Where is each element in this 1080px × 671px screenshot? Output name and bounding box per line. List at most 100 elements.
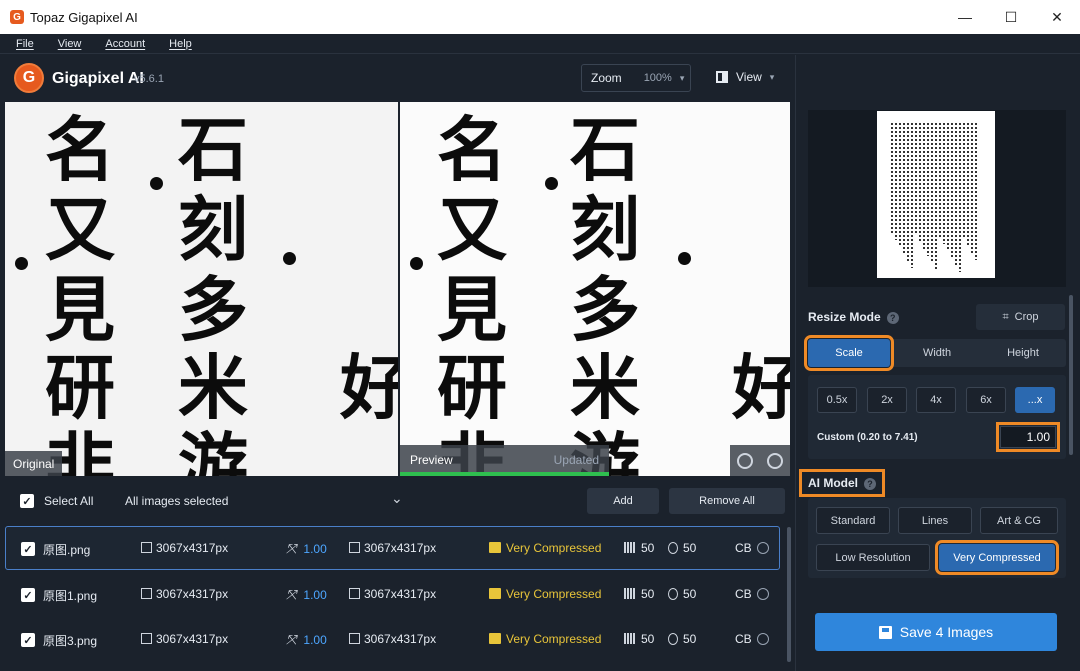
thumbnail-text-column: [967, 123, 969, 246]
list-scrollbar[interactable]: [787, 527, 791, 662]
calligraphy-glyph: 多: [570, 268, 640, 351]
remove-all-button[interactable]: Remove All: [669, 488, 785, 514]
calligraphy-glyph: 好: [340, 346, 398, 429]
table-row[interactable]: ✓ 原图3.png 3067x4317px ⤧ 1.00 3067x4317px …: [5, 617, 780, 661]
color-bleed-label: CB: [735, 587, 752, 601]
resize-mode-label: Resize Mode?: [808, 310, 899, 324]
color-bleed-label: CB: [735, 632, 752, 646]
row-checkbox[interactable]: ✓: [21, 588, 35, 602]
punctuation-dot: [283, 252, 296, 265]
punctuation-dot: [15, 257, 28, 270]
resize-mode-tabs: Scale Width Height: [804, 335, 1066, 371]
original-label: Original: [5, 451, 63, 476]
model-lines-button[interactable]: Lines: [898, 507, 972, 534]
calligraphy-glyph: 見: [45, 268, 115, 351]
thumbnail-text-column: [895, 123, 897, 240]
scale-custom-button[interactable]: ...x: [1015, 387, 1055, 413]
ai-model-options: Standard Lines Art & CG Low Resolution V…: [808, 498, 1066, 578]
menu-help[interactable]: Help: [169, 38, 192, 50]
table-row[interactable]: ✓ 原图1.png 3067x4317px ⤧ 1.00 3067x4317px …: [5, 572, 780, 616]
file-name: 原图.png: [43, 543, 91, 557]
close-button[interactable]: ✕: [1034, 0, 1080, 34]
expand-icon: ⤧: [286, 541, 297, 556]
zoom-dropdown[interactable]: Zoom 100% ▾: [581, 64, 691, 92]
thumbnail-text-column: [903, 123, 905, 254]
thumbnail-text-column: [943, 123, 945, 244]
compare-icon[interactable]: [737, 452, 753, 469]
remove-blur-value: 50: [668, 587, 696, 601]
model-name: Very Compressed: [489, 587, 601, 601]
tab-scale[interactable]: Scale: [804, 335, 894, 371]
thumbnail-text-column: [911, 123, 913, 268]
thumbnail-text-column: [939, 123, 941, 237]
settings-panel: Resize Mode? ⌗ Crop Scale Width Height 0…: [795, 55, 1080, 671]
preview-pane: 名又見研非石刻多米游好 Preview Updated: [400, 102, 790, 476]
selection-status: All images selected: [125, 494, 229, 508]
crop-icon: ⌗: [1002, 310, 1009, 323]
input-size-icon: [141, 633, 152, 644]
input-size: 3067x4317px: [141, 587, 228, 601]
maximize-button[interactable]: ☐: [988, 0, 1034, 34]
tab-width[interactable]: Width: [894, 339, 980, 367]
calligraphy-glyph: 好: [732, 346, 790, 429]
tab-height[interactable]: Height: [980, 339, 1066, 367]
save-button[interactable]: Save 4 Images: [815, 613, 1057, 651]
calligraphy-glyph: 研: [45, 346, 115, 429]
thumbnail-text-column: [971, 123, 973, 253]
scale-6x-button[interactable]: 6x: [966, 387, 1006, 413]
model-very-compressed-button[interactable]: Very Compressed: [935, 540, 1059, 575]
model-low-resolution-button[interactable]: Low Resolution: [816, 544, 930, 571]
input-size: 3067x4317px: [141, 632, 228, 646]
suppress-noise-value: 50: [624, 587, 654, 601]
minimize-button[interactable]: —: [942, 0, 988, 34]
punctuation-dot: [410, 257, 423, 270]
menu-file[interactable]: File: [16, 38, 34, 50]
noise-icon: [624, 542, 636, 553]
navigator-thumbnail[interactable]: [808, 110, 1066, 287]
window-title: Topaz Gigapixel AI: [30, 9, 138, 25]
row-checkbox[interactable]: ✓: [21, 633, 35, 647]
row-checkbox[interactable]: ✓: [21, 542, 35, 556]
output-size: 3067x4317px: [349, 632, 436, 646]
thumbnail-text-column: [955, 123, 957, 265]
color-bleed-label: CB: [735, 541, 752, 555]
noise-icon: [624, 588, 636, 599]
scale-4x-button[interactable]: 4x: [916, 387, 956, 413]
table-row[interactable]: ✓ 原图.png 3067x4317px ⤧ 1.00 3067x4317px V…: [5, 526, 780, 570]
remove-blur-value: 50: [668, 541, 696, 555]
input-size-icon: [141, 588, 152, 599]
menu-account[interactable]: Account: [105, 38, 145, 50]
original-pane: 名又見研非石刻多米游好 Original: [5, 102, 398, 476]
preview-status-bar: Preview Updated: [400, 445, 609, 476]
app-icon: G: [10, 10, 24, 24]
scale-0.5x-button[interactable]: 0.5x: [817, 387, 857, 413]
crop-button[interactable]: ⌗ Crop: [976, 304, 1065, 330]
help-icon[interactable]: ?: [864, 478, 876, 490]
chevron-down-icon[interactable]: ⌄: [391, 490, 403, 507]
help-icon[interactable]: ?: [886, 312, 899, 324]
face-icon[interactable]: [767, 452, 783, 469]
input-size: 3067x4317px: [141, 541, 228, 555]
custom-scale-input[interactable]: 1.00: [996, 422, 1060, 452]
scale-2x-button[interactable]: 2x: [867, 387, 907, 413]
select-all-checkbox[interactable]: ✓: [20, 494, 34, 508]
view-label: View: [736, 70, 762, 84]
blur-icon: [668, 588, 678, 600]
thumbnail-text-column: [963, 123, 965, 239]
zoom-value: 100%: [643, 72, 672, 84]
add-button[interactable]: Add: [587, 488, 659, 514]
model-name: Very Compressed: [489, 632, 601, 646]
thumbnail-text-column: [951, 123, 953, 258]
face-recovery-icon: [757, 587, 769, 601]
menu-view[interactable]: View: [58, 38, 82, 50]
blur-icon: [668, 633, 678, 645]
thumbnail-text-column: [899, 123, 901, 247]
model-standard-button[interactable]: Standard: [816, 507, 890, 534]
view-dropdown[interactable]: View ▾: [716, 70, 774, 84]
calligraphy-glyph: 刻: [570, 188, 640, 271]
scale-options: 0.5x 2x 4x 6x ...x Custom (0.20 to 7.41)…: [808, 375, 1066, 459]
model-art-cg-button[interactable]: Art & CG: [980, 507, 1058, 534]
panel-scrollbar[interactable]: [1069, 295, 1073, 455]
app-header: G Gigapixel AI v5.6.1 Zoom 100% ▾ View ▾: [0, 55, 795, 102]
image-comparison-view[interactable]: 名又見研非石刻多米游好 Original 名又見研非石刻多米游好 Preview…: [5, 102, 790, 476]
